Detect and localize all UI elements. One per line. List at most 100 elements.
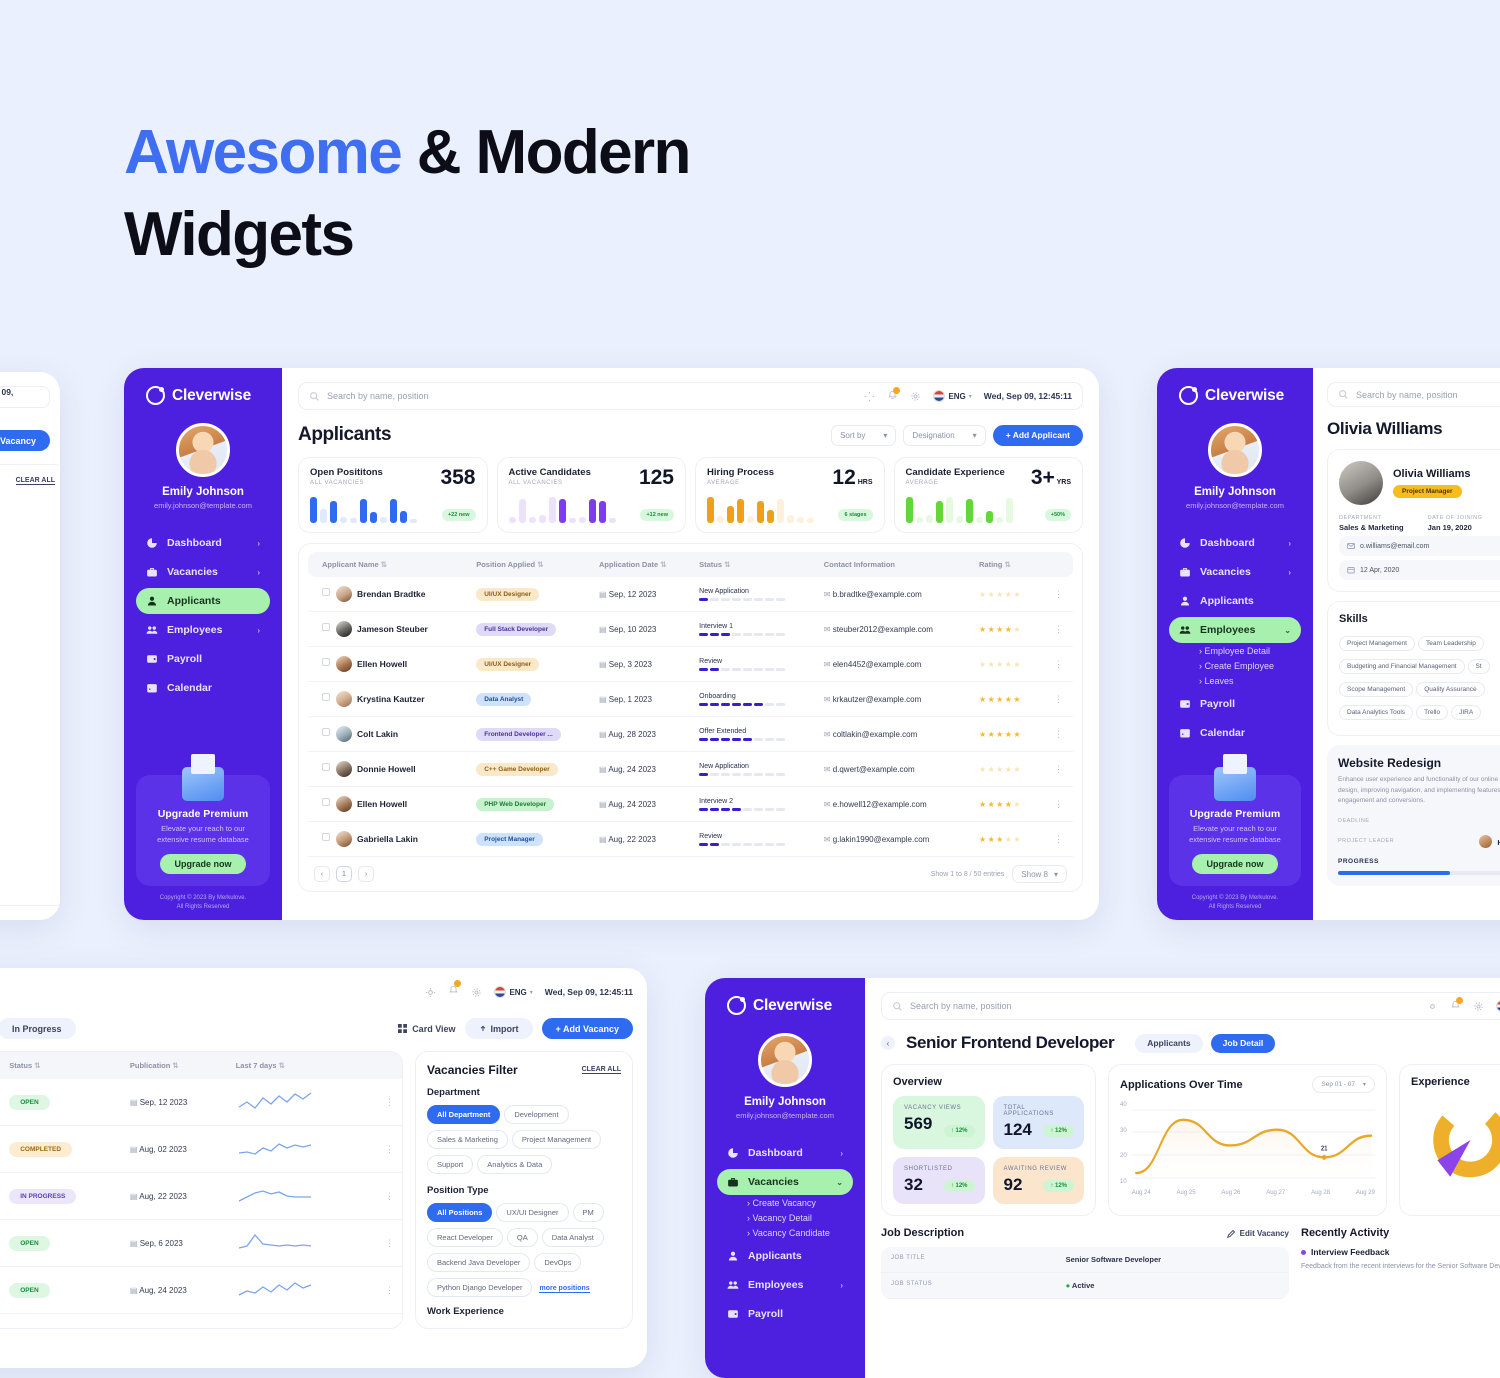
position-chip-react-developer[interactable]: React Developer bbox=[427, 1228, 503, 1247]
sidebar-item-employees[interactable]: Employees ⌄ bbox=[1169, 617, 1301, 643]
row-menu-button[interactable]: ⋮ bbox=[1054, 659, 1063, 669]
column-header[interactable]: Rating ⇅ bbox=[975, 552, 1043, 577]
notifications-bell[interactable] bbox=[887, 386, 901, 403]
import-button[interactable]: Import bbox=[464, 1018, 533, 1039]
row-menu-button[interactable]: ⋮ bbox=[1054, 729, 1063, 739]
tab-applicants[interactable]: Applicants bbox=[1135, 1033, 1203, 1053]
page-1-button[interactable]: 1 bbox=[336, 866, 352, 882]
row-menu-button[interactable]: ⋮ bbox=[385, 1144, 394, 1154]
row-menu-button[interactable]: ⋮ bbox=[385, 1238, 394, 1248]
row-menu-button[interactable]: ⋮ bbox=[385, 1097, 394, 1107]
add-applicant-button[interactable]: + Add Applicant bbox=[992, 424, 1083, 446]
department-chip-sales-marketing[interactable]: Sales & Marketing bbox=[427, 1130, 508, 1149]
brightness-icon[interactable] bbox=[864, 391, 875, 402]
table-row[interactable]: Ellen Howell PHP Web Developer ▤ Aug, 24 2… bbox=[308, 786, 1073, 822]
table-row[interactable]: ⌖ Dayton12223 newCOMPLETED▤ Aug, 02 2023… bbox=[0, 1125, 402, 1173]
sidebar-item-payroll[interactable]: Payroll bbox=[136, 646, 270, 672]
edit-vacancy-button[interactable]: Edit Vacancy bbox=[1226, 1229, 1289, 1238]
column-header[interactable]: Publication ⇅ bbox=[123, 1052, 230, 1079]
column-header[interactable]: Last 7 days ⇅ bbox=[229, 1052, 367, 1079]
next-page-button[interactable]: › bbox=[358, 866, 374, 882]
position-chip-qa[interactable]: QA bbox=[506, 1228, 538, 1247]
row-checkbox[interactable] bbox=[322, 623, 330, 632]
brightness-icon[interactable] bbox=[425, 987, 436, 998]
sidebar-subitem-vacancy-candidate[interactable]: › Vacancy Candidate bbox=[717, 1228, 853, 1238]
sidebar-subitem-leaves[interactable]: › Leaves bbox=[1169, 676, 1301, 686]
department-chip-support[interactable]: Support bbox=[427, 1155, 474, 1174]
position-chip-backend-java-developer[interactable]: Backend Java Developer bbox=[427, 1253, 531, 1272]
sidebar-item-calendar[interactable]: Calendar bbox=[1169, 720, 1301, 746]
more-positions-link[interactable]: more positions bbox=[539, 1285, 590, 1293]
notifications-bell[interactable] bbox=[1450, 996, 1463, 1013]
rows-per-page-select[interactable]: Show 8 ▾ bbox=[1012, 865, 1067, 883]
row-checkbox[interactable] bbox=[322, 833, 330, 842]
position-chip-pm[interactable]: PM bbox=[572, 1203, 604, 1222]
sidebar-subitem-create-employee[interactable]: › Create Employee bbox=[1169, 661, 1301, 671]
clear-all-button[interactable]: CLEAR ALL bbox=[581, 1066, 621, 1074]
sidebar-item-employees[interactable]: Employees › bbox=[717, 1272, 853, 1298]
position-chip-python-django-developer[interactable]: Python Django Developer bbox=[427, 1278, 533, 1297]
tab-job-detail[interactable]: Job Detail bbox=[1210, 1033, 1276, 1053]
department-chip-project-management[interactable]: Project Management bbox=[511, 1130, 602, 1149]
sidebar-item-employees[interactable]: Employees › bbox=[136, 617, 270, 643]
table-row[interactable]: Colt Lakin Frontend Developer ... ▤ Aug, 2… bbox=[308, 716, 1073, 752]
row-checkbox[interactable] bbox=[322, 588, 330, 597]
row-menu-button[interactable]: ⋮ bbox=[1054, 694, 1063, 704]
top-search-bar[interactable]: Search by name, position ENG ▾ Wed, Sep … bbox=[298, 382, 1083, 410]
prev-page-button[interactable]: ‹ bbox=[314, 866, 330, 882]
department-chip-analytics-data[interactable]: Analytics & Data bbox=[477, 1155, 553, 1174]
department-chip-development[interactable]: Development bbox=[504, 1105, 569, 1124]
designation-select[interactable]: Designation ▾ bbox=[903, 424, 986, 446]
gear-icon[interactable] bbox=[1473, 1001, 1484, 1012]
sidebar-item-applicants[interactable]: Applicants bbox=[1169, 588, 1301, 614]
column-header[interactable]: Status ⇅ bbox=[695, 552, 820, 577]
table-row[interactable]: Jameson Steuber Full Stack Developer ▤ Sep… bbox=[308, 611, 1073, 647]
column-header[interactable]: Application Date ⇅ bbox=[594, 552, 696, 577]
sidebar-item-vacancies[interactable]: Vacancies ⌄ bbox=[717, 1169, 853, 1195]
sidebar-item-vacancies[interactable]: Vacancies › bbox=[136, 559, 270, 585]
column-header[interactable]: Contact Information bbox=[819, 552, 976, 577]
column-header[interactable]: Applicant Name ⇅ bbox=[308, 552, 473, 577]
table-row[interactable]: Krystina Kautzer Data Analyst ▤ Sep, 1 202… bbox=[308, 681, 1073, 717]
department-chip-all-department[interactable]: All Department bbox=[427, 1105, 501, 1124]
table-row[interactable]: ⌖ Remote347 newOPEN▤ Sep, 12 2023⋮ bbox=[0, 1079, 402, 1126]
partial-clear-all[interactable]: CLEAR ALL bbox=[15, 477, 55, 485]
upgrade-now-button[interactable]: Upgrade now bbox=[160, 854, 246, 874]
employee-search-bar[interactable]: Search by name, position bbox=[1327, 382, 1500, 407]
row-checkbox[interactable] bbox=[322, 728, 330, 737]
row-menu-button[interactable]: ⋮ bbox=[385, 1285, 394, 1295]
job-search-bar[interactable]: Search by name, position bbox=[881, 992, 1500, 1020]
upgrade-now-button[interactable]: Upgrade now bbox=[1192, 854, 1278, 874]
row-checkbox[interactable] bbox=[322, 658, 330, 667]
brightness-icon[interactable] bbox=[1427, 1001, 1438, 1012]
notifications-bell[interactable] bbox=[448, 980, 462, 1001]
back-button[interactable]: ‹ bbox=[881, 1036, 895, 1050]
row-menu-button[interactable]: ⋮ bbox=[1054, 834, 1063, 844]
add-vacancy-button[interactable]: + Add Vacancy bbox=[541, 1018, 633, 1039]
column-header[interactable]: Position Applied ⇅ bbox=[472, 552, 595, 577]
chart-range-select[interactable]: Sep 01 - 07 ▾ bbox=[1312, 1076, 1375, 1093]
sidebar-item-payroll[interactable]: Payroll bbox=[717, 1301, 853, 1327]
sidebar-subitem-create-vacancy[interactable]: › Create Vacancy bbox=[717, 1198, 853, 1208]
row-menu-button[interactable]: ⋮ bbox=[1054, 799, 1063, 809]
column-header[interactable]: Status ⇅ bbox=[3, 1052, 124, 1079]
table-row[interactable]: Ellen Howell UI/UX Designer ▤ Sep, 3 2023 R… bbox=[308, 646, 1073, 682]
tab-in-progress[interactable]: In Progress bbox=[0, 1018, 76, 1039]
sidebar-subitem-vacancy-detail[interactable]: › Vacancy Detail bbox=[717, 1213, 853, 1223]
sidebar-item-applicants[interactable]: Applicants bbox=[136, 588, 270, 614]
us-flag-icon[interactable] bbox=[1496, 1000, 1500, 1012]
gear-icon[interactable] bbox=[910, 391, 921, 402]
row-checkbox[interactable] bbox=[322, 693, 330, 702]
sidebar-item-calendar[interactable]: Calendar bbox=[136, 675, 270, 701]
position-chip-ux-ui-designer[interactable]: UX/UI Designer bbox=[496, 1203, 569, 1222]
sort-by-select[interactable]: Sort by ▾ bbox=[831, 424, 897, 446]
row-menu-button[interactable]: ⋮ bbox=[1054, 624, 1063, 634]
position-chip-all-positions[interactable]: All Positions bbox=[427, 1203, 493, 1222]
sidebar-item-dashboard[interactable]: Dashboard › bbox=[136, 530, 270, 556]
table-row[interactable]: ⌖ Phoenix4513 newIN PROGRESS▤ Aug, 22 20… bbox=[0, 1172, 402, 1220]
language-selector[interactable]: ENG ▾ bbox=[494, 986, 533, 998]
gear-icon[interactable] bbox=[471, 987, 482, 998]
sidebar-item-dashboard[interactable]: Dashboard › bbox=[1169, 530, 1301, 556]
row-menu-button[interactable]: ⋮ bbox=[385, 1191, 394, 1201]
table-row[interactable]: ⌖ Remote571 newOPEN▤ Sep, 6 2023⋮ bbox=[0, 1219, 402, 1267]
